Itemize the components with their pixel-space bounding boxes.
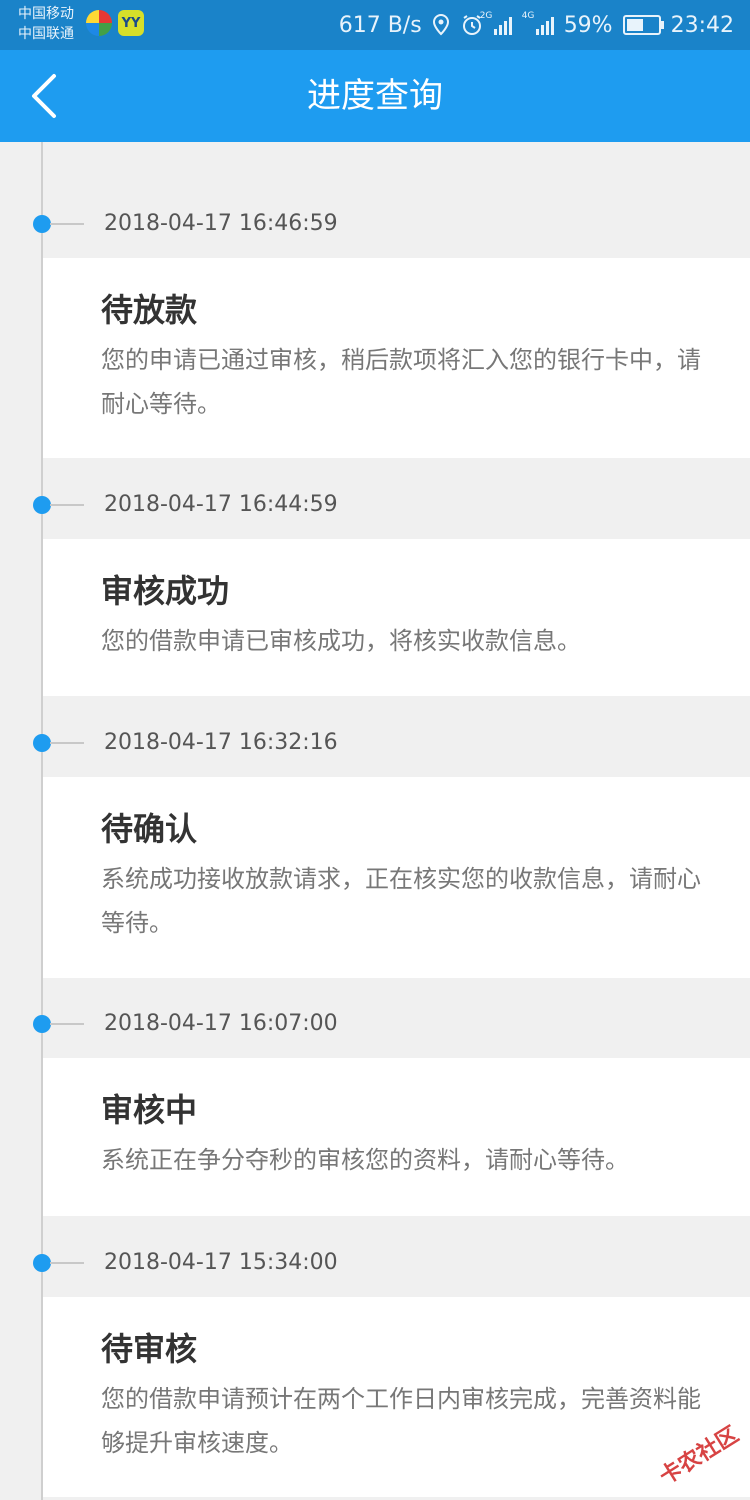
entry-status: 审核成功 [101,572,230,610]
battery-percent: 59% [563,12,613,38]
network-speed: 617 B/s [338,12,422,38]
app-header: 进度查询 [0,50,750,142]
timeline-dot [33,1015,51,1033]
notification-icons: YY [86,10,144,36]
net-2g-label: 2G [479,11,493,21]
timeline-dot [33,496,51,514]
status-indicators: 617 B/s 2G 4G 59% 23:42 [339,0,734,50]
net-4g-label: 4G [521,11,535,21]
entry-status: 待放款 [101,291,198,329]
status-card: 审核中 系统正在争分夺秒的审核您的资料，请耐心等待。 [43,1058,750,1216]
carrier-2: 中国联通 [18,26,74,42]
status-card: 审核成功 您的借款申请已审核成功，将核实收款信息。 [43,539,750,696]
timeline-tick [50,504,84,506]
entry-time: 2018-04-17 16:44:59 [104,492,338,517]
entry-time: 2018-04-17 16:07:00 [104,1011,338,1036]
entry-description: 您的申请已通过审核，稍后款项将汇入您的银行卡中，请耐心等待。 [101,346,701,418]
progress-timeline: 2018-04-17 16:46:59 待放款 您的申请已通过审核，稍后款项将汇… [0,142,750,1500]
entry-description: 您的借款申请已审核成功，将核实收款信息。 [101,627,581,655]
location-icon [432,14,449,36]
timeline-tick [50,1262,84,1264]
entry-description: 您的借款申请预计在两个工作日内审核完成，完善资料能够提升审核速度。 [101,1385,701,1457]
entry-status: 审核中 [101,1091,198,1129]
signal-4g-icon: 4G [522,11,554,35]
entry-status: 待审核 [101,1330,198,1368]
battery-icon [622,15,664,35]
entry-description: 系统正在争分夺秒的审核您的资料，请耐心等待。 [101,1146,629,1174]
status-bar: 中国移动 中国联通 YY 617 B/s 2G 4G 59% 23:42 [0,0,750,50]
clock: 23:42 [670,12,734,38]
entry-description: 系统成功接收放款请求，正在核实您的收款信息，请耐心等待。 [101,865,701,937]
carrier-1: 中国移动 [18,6,74,22]
app-notification-icon [86,10,112,36]
timeline-dot [33,734,51,752]
timeline-tick [50,223,84,225]
entry-time: 2018-04-17 15:34:00 [104,1250,338,1275]
timeline-dot [33,215,51,233]
timeline-tick [50,1023,84,1025]
yy-app-icon: YY [118,10,144,36]
back-arrow-icon[interactable] [20,68,76,124]
entry-time: 2018-04-17 16:32:16 [104,730,338,755]
carrier-info: 中国移动 中国联通 [18,4,74,44]
entry-status: 待确认 [101,810,198,848]
entry-time: 2018-04-17 16:46:59 [104,211,338,236]
signal-2g-icon: 2G [480,11,512,35]
page-title: 进度查询 [307,76,443,116]
status-card: 待放款 您的申请已通过审核，稍后款项将汇入您的银行卡中，请耐心等待。 [43,258,750,458]
status-card: 待确认 系统成功接收放款请求，正在核实您的收款信息，请耐心等待。 [43,777,750,978]
status-card: 待审核 您的借款申请预计在两个工作日内审核完成，完善资料能够提升审核速度。 [43,1297,750,1497]
timeline-tick [50,742,84,744]
timeline-dot [33,1254,51,1272]
